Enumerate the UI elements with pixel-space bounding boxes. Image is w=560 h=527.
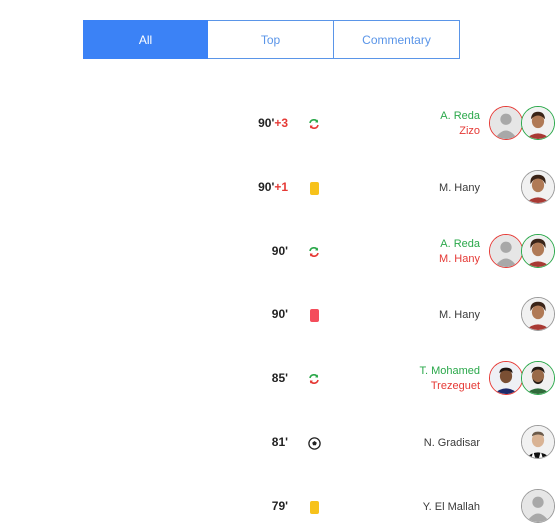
player-in-name[interactable]: T. Mohamed — [419, 364, 480, 379]
player-out-name[interactable]: M. Hany — [439, 252, 480, 267]
red-card-icon — [306, 307, 322, 323]
player-in-name[interactable]: A. Reda — [440, 109, 480, 124]
yellow-card-icon — [306, 499, 322, 515]
player-avatar-placeholder[interactable] — [521, 489, 555, 523]
player-avatar-placeholder[interactable] — [489, 234, 523, 268]
football-goal-icon — [306, 435, 322, 451]
event-time: 90' — [272, 307, 288, 321]
player-avatar-photo[interactable] — [521, 234, 555, 268]
substitution-icon — [306, 244, 322, 260]
player-name[interactable]: N. Gradisar — [424, 436, 480, 451]
player-names: Y. El Mallah — [423, 487, 480, 527]
player-names: T. Mohamed Trezeguet — [419, 359, 480, 399]
event-row: 90' M. Hany — [0, 295, 560, 335]
event-row: 90'+3 A. Reda Zizo — [0, 104, 560, 144]
player-avatar-photo[interactable] — [521, 425, 555, 459]
substitution-icon — [306, 371, 322, 387]
player-names: N. Gradisar — [424, 423, 480, 463]
event-row: 90'+1 M. Hany — [0, 168, 560, 208]
player-names: A. Reda M. Hany — [439, 232, 480, 272]
player-avatar-photo[interactable] — [521, 106, 555, 140]
event-added-time: +3 — [274, 116, 288, 130]
player-name[interactable]: M. Hany — [439, 181, 480, 196]
yellow-card-icon — [306, 180, 322, 196]
player-out-name[interactable]: Trezeguet — [431, 379, 480, 394]
event-minute: 90' — [258, 180, 275, 194]
player-avatar-placeholder[interactable] — [489, 106, 523, 140]
substitution-icon — [306, 116, 322, 132]
player-name[interactable]: M. Hany — [439, 308, 480, 323]
player-avatar-photo[interactable] — [521, 361, 555, 395]
event-time: 90' — [272, 244, 288, 258]
player-names: A. Reda Zizo — [440, 104, 480, 144]
event-row: 79' Y. El Mallah — [0, 487, 560, 527]
event-time: 81' — [272, 435, 288, 449]
tab-all[interactable]: All — [83, 20, 208, 59]
player-names: M. Hany — [439, 295, 480, 335]
tab-bar: All Top Commentary — [83, 20, 460, 59]
event-minute: 90' — [271, 244, 288, 258]
event-minute: 90' — [271, 307, 288, 321]
tab-top[interactable]: Top — [208, 20, 334, 59]
player-avatar-photo[interactable] — [521, 297, 555, 331]
event-row: 90' A. Reda M. Hany — [0, 232, 560, 272]
event-minute: 79' — [271, 499, 288, 513]
event-row: 81' N. Gradisar — [0, 423, 560, 463]
player-names: M. Hany — [439, 168, 480, 208]
player-name[interactable]: Y. El Mallah — [423, 500, 480, 515]
event-time: 90'+3 — [258, 116, 288, 130]
event-time: 90'+1 — [258, 180, 288, 194]
event-row: 85' T. Mohamed Trezeguet — [0, 359, 560, 399]
event-minute: 85' — [271, 371, 288, 385]
tab-commentary[interactable]: Commentary — [334, 20, 460, 59]
event-time: 79' — [272, 499, 288, 513]
event-time: 85' — [272, 371, 288, 385]
event-added-time: +1 — [274, 180, 288, 194]
event-minute: 81' — [271, 435, 288, 449]
event-minute: 90' — [258, 116, 275, 130]
player-out-name[interactable]: Zizo — [459, 124, 480, 139]
player-avatar-photo[interactable] — [521, 170, 555, 204]
player-in-name[interactable]: A. Reda — [440, 237, 480, 252]
player-avatar-photo[interactable] — [489, 361, 523, 395]
